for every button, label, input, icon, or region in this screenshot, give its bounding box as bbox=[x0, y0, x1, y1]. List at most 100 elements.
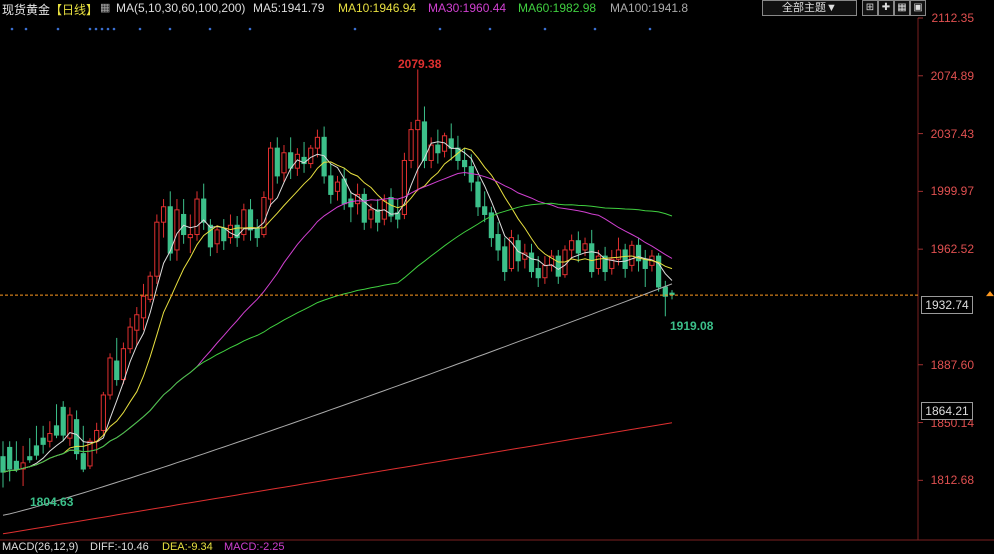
candle-body bbox=[13, 460, 19, 470]
marker-dot bbox=[24, 27, 28, 31]
candle-body bbox=[154, 221, 160, 277]
candle-body bbox=[147, 275, 153, 300]
candle-body bbox=[27, 456, 33, 461]
candle-body bbox=[261, 197, 267, 236]
low-annotation-right: 1919.08 bbox=[670, 319, 714, 333]
candle-body bbox=[201, 198, 207, 223]
marker-dot bbox=[10, 27, 14, 31]
candle-body bbox=[47, 433, 53, 442]
candle-body bbox=[622, 249, 628, 269]
plus-grid-icon[interactable]: ⊞ bbox=[862, 0, 878, 16]
candle-body bbox=[575, 240, 581, 254]
indicator-bar: MACD(26,12,9) DIFF:-10.46 DEA:-9.34 MACD… bbox=[0, 540, 994, 554]
candle-body bbox=[656, 255, 662, 288]
candle-body bbox=[254, 227, 260, 239]
candle-body bbox=[114, 360, 120, 381]
candle-body bbox=[502, 246, 508, 273]
candle-body bbox=[160, 206, 167, 223]
candle-body bbox=[181, 213, 187, 236]
macd-params[interactable]: MACD(26,12,9) bbox=[2, 541, 78, 553]
candle-body bbox=[33, 445, 40, 456]
marker-dot bbox=[106, 27, 110, 31]
fullscreen-icon[interactable]: ▣ bbox=[910, 0, 926, 16]
candle-body bbox=[328, 175, 334, 195]
tile-icon[interactable]: ▦ bbox=[894, 0, 910, 16]
axis-tick-label: 2112.35 bbox=[931, 11, 975, 25]
marker-dot bbox=[112, 27, 116, 31]
ma60-value: MA60:1982.98 bbox=[518, 1, 597, 15]
marker-dot bbox=[94, 27, 98, 31]
candle-body bbox=[528, 252, 535, 273]
candle-body bbox=[495, 234, 501, 251]
symbol-name: 现货黄金 bbox=[2, 3, 51, 17]
marker-dot bbox=[168, 27, 172, 31]
candle-body bbox=[274, 147, 280, 177]
candle-body bbox=[415, 119, 421, 131]
ma10-value: MA10:1946.94 bbox=[338, 1, 417, 15]
candle-body bbox=[194, 198, 200, 236]
ma30-value: MA30:1960.44 bbox=[428, 1, 507, 15]
marker-dot bbox=[248, 27, 252, 31]
candle-body bbox=[7, 446, 13, 470]
ma-params[interactable]: MA(5,10,30,60,100,200) bbox=[116, 1, 245, 15]
candle-body bbox=[247, 209, 254, 231]
ma-settings-icon[interactable]: ▦ bbox=[100, 1, 110, 14]
marker-dot bbox=[56, 27, 60, 31]
candle-body bbox=[589, 243, 595, 273]
candle-body bbox=[462, 159, 468, 168]
candle-body bbox=[535, 267, 541, 279]
candle-body bbox=[435, 144, 441, 154]
candle-body bbox=[80, 453, 86, 470]
axis-tick-label: 2037.43 bbox=[930, 126, 974, 141]
candle-body bbox=[368, 209, 374, 220]
candle-body bbox=[53, 425, 60, 436]
marker-dot bbox=[438, 27, 442, 31]
candle-body bbox=[0, 456, 6, 473]
marker-dot bbox=[88, 27, 92, 31]
candle-body bbox=[107, 357, 113, 396]
dea-value: DEA:-9.34 bbox=[162, 541, 213, 553]
marker-dot bbox=[648, 27, 652, 31]
candle-body bbox=[361, 193, 367, 223]
theme-selector[interactable]: 全部主题▼ bbox=[762, 0, 857, 16]
candle-body bbox=[268, 147, 274, 200]
marker-dot bbox=[353, 27, 357, 31]
price-arrow-icon bbox=[986, 291, 994, 297]
cross-icon[interactable]: ✚ bbox=[878, 0, 894, 16]
marker-dot bbox=[593, 27, 597, 31]
axis-tick-label: 1887.60 bbox=[930, 357, 974, 372]
candle-body bbox=[140, 295, 147, 319]
candle-body bbox=[281, 152, 287, 174]
candlestick-chart[interactable] bbox=[0, 0, 994, 554]
plot-area bbox=[0, 18, 918, 540]
marker-dot bbox=[208, 27, 212, 31]
axis-tick-label: 1962.52 bbox=[930, 242, 974, 257]
marker-dot bbox=[488, 27, 492, 31]
marker-dot bbox=[100, 27, 104, 31]
candle-body bbox=[595, 255, 602, 269]
candle-body bbox=[408, 129, 414, 161]
axis-tick-label: 1999.97 bbox=[930, 184, 974, 199]
candle-body bbox=[308, 147, 314, 165]
high-annotation: 2079.38 bbox=[398, 57, 442, 71]
candle-body bbox=[669, 292, 675, 296]
candle-body bbox=[40, 437, 46, 445]
current-price-box: 1932.74 bbox=[921, 296, 973, 314]
candle-body bbox=[555, 255, 561, 277]
candle-body bbox=[321, 136, 327, 177]
low-annotation-left: 1804.63 bbox=[30, 495, 74, 509]
candle-body bbox=[120, 348, 127, 381]
candle-body bbox=[100, 394, 106, 431]
candle-body bbox=[60, 406, 66, 436]
candle-body bbox=[134, 314, 140, 331]
candle-body bbox=[127, 326, 133, 350]
ma5-value: MA5:1941.79 bbox=[253, 1, 325, 15]
period-label[interactable]: 【日线】 bbox=[50, 1, 98, 18]
candle-body bbox=[221, 227, 227, 242]
candle-body bbox=[174, 209, 180, 251]
crosshair-price-box: 1864.21 bbox=[921, 402, 973, 420]
candle-body bbox=[542, 264, 548, 279]
candle-body bbox=[334, 181, 341, 192]
candle-body bbox=[468, 166, 474, 183]
candle-body bbox=[475, 181, 481, 208]
